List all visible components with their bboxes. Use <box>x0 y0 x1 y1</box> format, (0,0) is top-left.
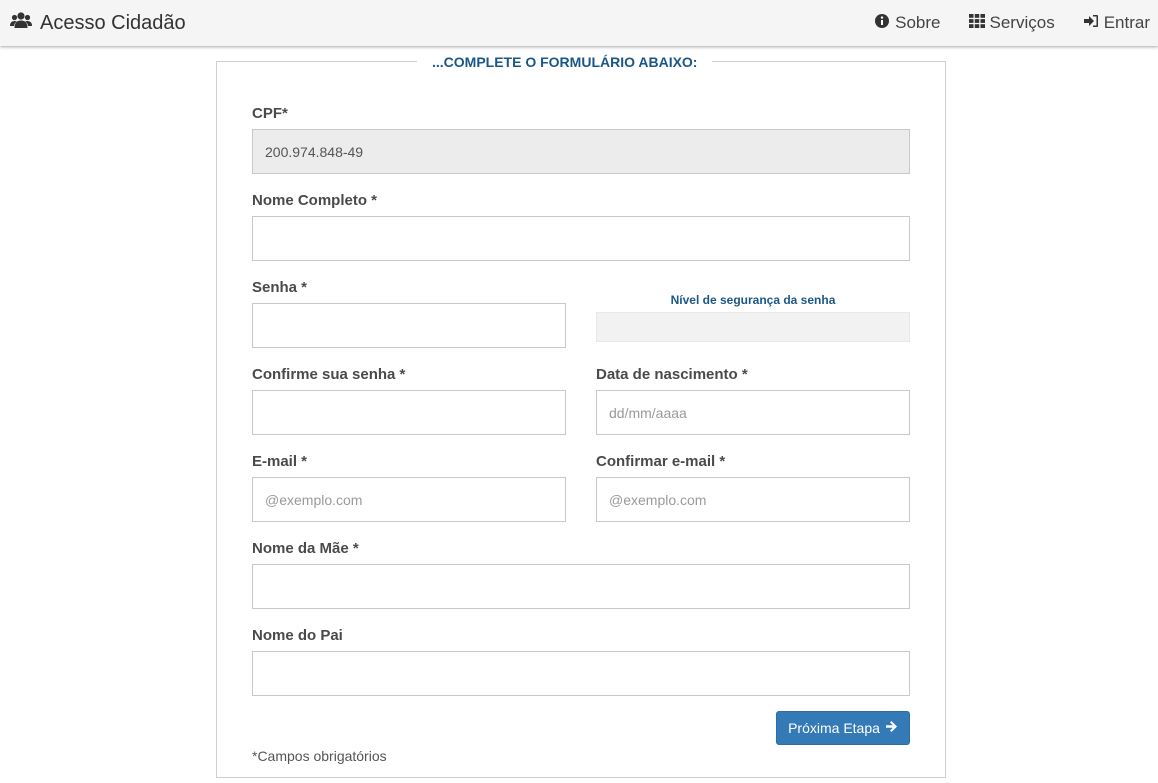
mother-name-label: Nome da Mãe * <box>252 540 359 557</box>
full-name-input[interactable] <box>252 216 910 261</box>
father-name-label: Nome do Pai <box>252 627 343 644</box>
registration-form: ...COMPLETE O FORMULÁRIO ABAIXO: CPF* No… <box>216 53 946 778</box>
full-name-label: Nome Completo * <box>252 192 378 209</box>
password-label: Senha * <box>252 279 308 296</box>
confirm-password-label: Confirme sua senha * <box>252 366 406 383</box>
birth-date-input[interactable] <box>596 390 910 435</box>
arrow-right-icon <box>885 720 898 736</box>
confirm-email-input[interactable] <box>596 477 910 522</box>
users-icon <box>10 11 32 35</box>
cpf-input[interactable] <box>252 129 910 174</box>
email-label: E-mail * <box>252 453 308 470</box>
password-strength-meter <box>596 312 910 342</box>
next-step-label: Próxima Etapa <box>788 720 880 736</box>
email-input[interactable] <box>252 477 566 522</box>
cpf-label: CPF* <box>252 105 288 122</box>
nav-link-label: Serviços <box>989 13 1055 32</box>
confirm-email-label: Confirmar e-mail * <box>596 453 726 470</box>
top-navbar: Acesso Cidadão Sobre Serviços Entrar <box>0 0 1158 46</box>
father-name-input[interactable] <box>252 651 910 696</box>
nav-link-servicos[interactable]: Serviços <box>968 13 1055 34</box>
nav-link-entrar[interactable]: Entrar <box>1083 13 1150 34</box>
mother-name-input[interactable] <box>252 564 910 609</box>
nav-link-sobre[interactable]: Sobre <box>874 13 941 34</box>
nav-link-label: Sobre <box>895 13 941 32</box>
form-legend: ...COMPLETE O FORMULÁRIO ABAIXO: <box>417 53 713 71</box>
confirm-password-input[interactable] <box>252 390 566 435</box>
info-circle-icon <box>874 13 890 34</box>
password-input[interactable] <box>252 303 566 348</box>
nav-link-label: Entrar <box>1103 13 1150 32</box>
next-step-button[interactable]: Próxima Etapa <box>776 711 910 745</box>
sign-in-icon <box>1083 13 1099 34</box>
birth-date-label: Data de nascimento * <box>596 366 748 383</box>
required-fields-note: *Campos obrigatórios <box>252 748 387 764</box>
brand[interactable]: Acesso Cidadão <box>10 0 186 46</box>
grid-icon <box>968 13 985 34</box>
password-strength-label: Nível de segurança da senha <box>670 293 836 307</box>
brand-title: Acesso Cidadão <box>40 11 186 34</box>
